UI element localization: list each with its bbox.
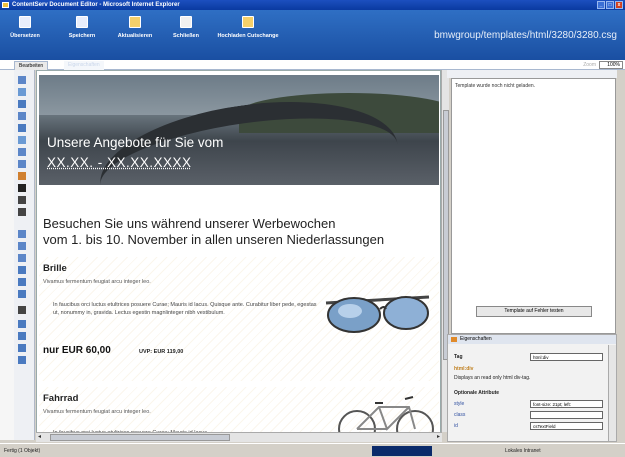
tab-edit[interactable]: Bearbeiten <box>14 61 49 70</box>
editor-horizontal-scrollbar[interactable]: ◂ ▸ <box>36 432 442 442</box>
list-icon[interactable] <box>18 242 26 250</box>
product-name[interactable]: Brille <box>43 263 67 274</box>
minimize-button[interactable]: _ <box>597 1 605 9</box>
class-label: class <box>454 412 466 418</box>
html-icon[interactable] <box>18 356 26 364</box>
bold-icon[interactable] <box>18 184 26 192</box>
product-block-glasses[interactable]: Brille Vivamus fermentum feugiat arcu in… <box>39 257 439 381</box>
close-button[interactable]: Schließen <box>168 16 204 39</box>
scroll-right-icon[interactable]: ▸ <box>437 433 440 441</box>
align-left-icon[interactable] <box>18 230 26 238</box>
link-icon[interactable] <box>18 136 26 144</box>
upload-icon <box>242 16 254 28</box>
template-status-message: Template wurde noch nicht geladen. <box>455 83 536 89</box>
italic-icon[interactable] <box>18 196 26 204</box>
close-window-button[interactable]: x <box>615 1 623 9</box>
omega-icon[interactable] <box>18 320 26 328</box>
image-icon[interactable] <box>18 88 26 96</box>
id-label: id <box>454 423 458 429</box>
test-template-button[interactable]: Template auf Fehler testen <box>476 306 592 317</box>
editor-tool-strip <box>0 70 35 440</box>
refresh-button[interactable]: Aktualisieren <box>110 16 160 39</box>
properties-panel: Eigenschaften Tag html:div html:div Disp… <box>447 334 617 442</box>
upload-button[interactable]: Hochladen Cutschange <box>208 16 288 39</box>
product-tagline[interactable]: Vivamus fermentum feugiat arcu integer l… <box>43 279 151 285</box>
redo-icon[interactable] <box>18 160 26 168</box>
table-icon[interactable] <box>18 100 26 108</box>
product-description[interactable]: In faucibus orci luctus etultrices posue… <box>53 301 323 317</box>
save-button[interactable]: Speichern <box>62 16 102 39</box>
optional-attributes-label: Optionale Attribute <box>454 390 500 396</box>
window-controls: _ □ x <box>597 1 623 9</box>
product-name[interactable]: Fahrrad <box>43 393 78 404</box>
indent-icon[interactable] <box>18 254 26 262</box>
status-zone: Lokales Intranet <box>505 448 541 454</box>
window-titlebar: ContentServ Document Editor - Microsoft … <box>0 0 625 10</box>
style-input[interactable]: font-size: 21pt; left: <box>530 400 603 408</box>
hero-banner[interactable]: Unsere Angebote für Sie vom XX.XX. - XX.… <box>39 75 439 185</box>
main-toolbar: Übersetzen Speichern Aktualisieren Schli… <box>0 10 625 60</box>
tool-strip-margin <box>0 70 14 440</box>
zoom-label: Zoom <box>583 62 596 68</box>
tag-select[interactable]: html:div <box>530 353 603 361</box>
scrollbar-thumb[interactable] <box>443 110 449 360</box>
scroll-left-icon[interactable]: ◂ <box>38 433 41 441</box>
properties-icon <box>451 337 457 342</box>
refresh-icon <box>129 16 141 28</box>
right-panel-toolbar <box>447 70 617 78</box>
underline-icon[interactable] <box>18 208 26 216</box>
hero-date[interactable]: XX.XX. - XX.XX.XXXX <box>47 155 192 170</box>
divider-icon[interactable] <box>18 306 26 314</box>
translate-button[interactable]: Übersetzen <box>4 16 46 39</box>
preview-icon[interactable] <box>18 344 26 352</box>
product-tagline[interactable]: Vivamus fermentum feugiat arcu integer l… <box>43 409 151 415</box>
frame-icon[interactable] <box>18 278 26 286</box>
save-icon <box>19 16 31 28</box>
maximize-button[interactable]: □ <box>606 1 614 9</box>
app-icon <box>2 2 9 8</box>
product-uvp[interactable]: UVP: EUR 119,00 <box>139 349 183 355</box>
element-name: html:div <box>454 366 474 372</box>
tab-properties[interactable]: Eigenschaften <box>64 61 104 70</box>
copy-icon[interactable] <box>18 112 26 120</box>
headline-line-1: Besuchen Sie uns während unserer Werbewo… <box>43 216 336 231</box>
status-bar: Fertig (1 Objekt) Lokales Intranet <box>0 443 625 457</box>
properties-scrollbar[interactable] <box>608 345 616 441</box>
class-input[interactable] <box>530 411 603 419</box>
tab-bar: Bearbeiten Eigenschaften Zoom 100% <box>0 60 625 70</box>
zoom-input[interactable]: 100% <box>599 61 623 69</box>
insert-icon[interactable] <box>18 290 26 298</box>
status-text: Fertig (1 Objekt) <box>4 448 41 454</box>
window-title: ContentServ Document Editor - Microsoft … <box>12 2 180 8</box>
template-status-panel: Template wurde noch nicht geladen. <box>451 78 616 334</box>
grid-icon[interactable] <box>18 266 26 274</box>
scrollbar-thumb[interactable] <box>50 434 230 441</box>
headline-line-2: vom 1. bis 10. November in allen unseren… <box>43 232 385 247</box>
headline[interactable]: Besuchen Sie uns während unserer Werbewo… <box>43 216 384 248</box>
template-path: bmwgroup/templates/html/3280/3280.csg <box>434 30 617 41</box>
document-canvas[interactable]: Unsere Angebote für Sie vom XX.XX. - XX.… <box>36 70 441 442</box>
zoom-icon[interactable] <box>18 332 26 340</box>
paste-icon[interactable] <box>18 124 26 132</box>
tag-label: Tag <box>454 354 463 360</box>
edit-icon[interactable] <box>18 172 26 180</box>
id-input[interactable]: csTextField <box>530 422 603 430</box>
close-icon <box>180 16 192 28</box>
cursor-icon[interactable] <box>18 76 26 84</box>
glasses-image <box>325 295 430 333</box>
undo-icon[interactable] <box>18 148 26 156</box>
status-progress <box>372 446 432 456</box>
disk-icon <box>76 16 88 28</box>
properties-header[interactable]: Eigenschaften <box>448 335 616 344</box>
product-price[interactable]: nur EUR 60,00 <box>43 345 111 356</box>
hero-title[interactable]: Unsere Angebote für Sie vom <box>47 135 223 150</box>
element-description: Displays an read only html div-tag. <box>454 375 531 381</box>
style-label: style <box>454 401 465 407</box>
